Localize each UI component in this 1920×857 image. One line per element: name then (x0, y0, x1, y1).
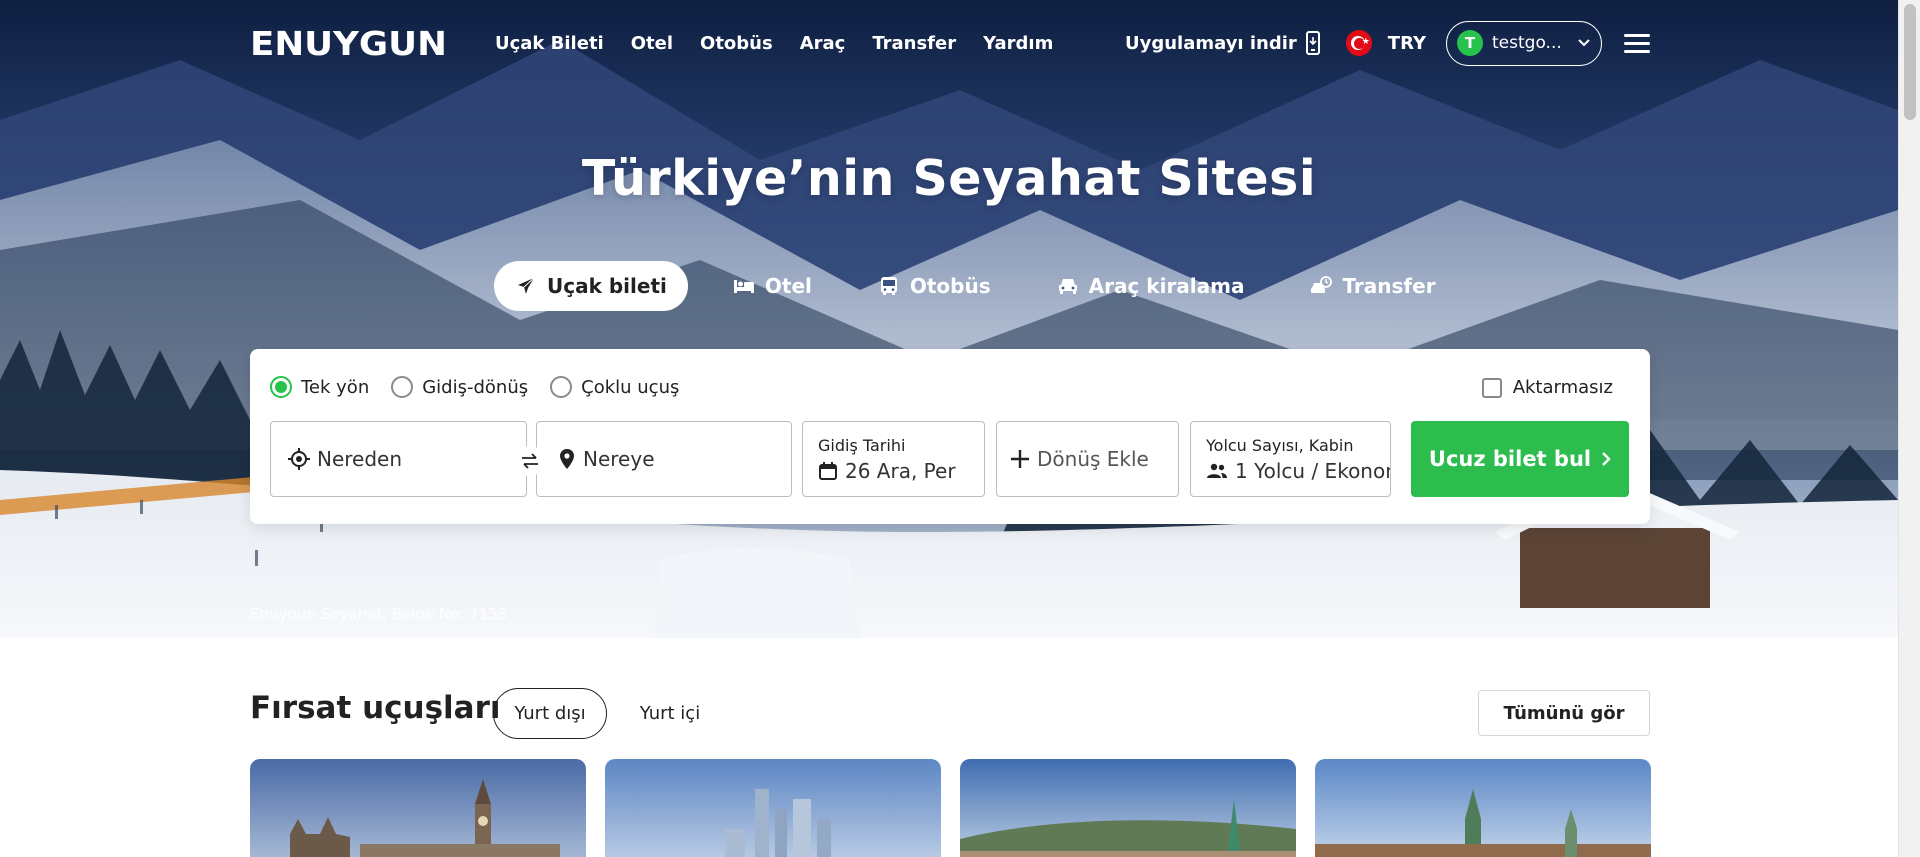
add-return-label: Dönüş Ekle (1037, 447, 1149, 471)
nav-item-transfer[interactable]: Transfer (872, 33, 956, 54)
product-tabs: Uçak bileti Otel Otobüs Araç kiralama Tr… (494, 261, 1481, 311)
frankfurt-image (605, 759, 941, 857)
tab-ucak-bileti[interactable]: Uçak bileti (494, 261, 688, 311)
currency-selector[interactable]: TRY (1388, 33, 1426, 54)
page: ENUYGUN Uçak Bileti Otel Otobüs Araç Tra… (0, 0, 1898, 857)
swap-route-button[interactable] (515, 446, 545, 476)
filter-yurt-ici[interactable]: Yurt içi (625, 688, 715, 739)
deals-section-title: Fırsat uçuşları (250, 690, 501, 726)
nav-right-group: Uygulamayı indir ★ TRY T testgo... (1125, 20, 1650, 66)
checkbox-icon (1481, 377, 1502, 398)
download-app-label: Uygulamayı indir (1124, 32, 1297, 54)
license-note: Enuygun Seyahat, Belge No: 7153 (250, 605, 508, 623)
hamburger-menu-icon[interactable] (1624, 33, 1650, 53)
tab-label: Otel (764, 274, 812, 298)
direct-flights-checkbox[interactable]: Aktarmasız (1481, 377, 1613, 398)
departure-date-field[interactable]: Gidiş Tarihi 26 Ara, Per (802, 421, 985, 497)
hamburg-image (1315, 759, 1651, 857)
bed-icon (733, 275, 755, 297)
radio-label: Tek yön (301, 376, 370, 398)
trip-type-coklu-ucus[interactable]: Çoklu uçuş (550, 376, 679, 398)
calendar-icon (819, 461, 837, 480)
nav-item-arac[interactable]: Araç (800, 33, 846, 54)
transfer-icon (1310, 275, 1333, 297)
filter-yurt-disi[interactable]: Yurt dışı (493, 688, 607, 739)
deal-cards (250, 759, 1651, 857)
departure-date-value: 26 Ara, Per (845, 458, 956, 483)
deal-card-frankfurt[interactable] (605, 759, 941, 857)
mobile-phone-icon (1305, 31, 1320, 55)
radio-label: Gidiş-dönüş (422, 376, 529, 398)
nav-item-otel[interactable]: Otel (631, 33, 673, 54)
trip-type-tek-yon[interactable]: Tek yön (270, 376, 369, 398)
radio-icon (391, 376, 414, 398)
page-title: Türkiye’nin Seyahat Sitesi (581, 150, 1317, 207)
trip-type-selector: Tek yön Gidiş-dönüş Çoklu uçuş (270, 376, 679, 398)
plane-icon (515, 275, 537, 297)
deal-card-hamburg[interactable] (1315, 759, 1651, 857)
nav-item-otobus[interactable]: Otobüs (700, 33, 773, 54)
turkey-flag-icon[interactable]: ★ (1345, 30, 1372, 56)
chevron-down-icon (1578, 39, 1590, 47)
nav-item-yardim[interactable]: Yardım (983, 33, 1053, 54)
tab-otobus[interactable]: Otobüs (857, 261, 1012, 311)
top-navigation: ENUYGUN Uçak Bileti Otel Otobüs Araç Tra… (250, 20, 1650, 66)
chevron-right-icon (1602, 452, 1611, 466)
radio-label: Çoklu uçuş (581, 376, 680, 398)
trip-type-gidis-donus[interactable]: Gidiş-dönüş (391, 376, 528, 398)
enuygun-logo[interactable]: ENUYGUN (250, 24, 477, 63)
departure-date-label: Gidiş Tarihi (818, 435, 906, 455)
tab-otel[interactable]: Otel (712, 261, 833, 311)
destination-placeholder: Nereye (583, 447, 655, 471)
radio-icon (550, 376, 573, 398)
car-icon (1057, 275, 1079, 297)
search-flights-button[interactable]: Ucuz bilet bul (1411, 421, 1629, 497)
tab-label: Araç kiralama (1088, 274, 1245, 298)
plus-icon (1011, 450, 1029, 468)
passenger-cabin-value: 1 Yolcu / Ekonomi (1235, 458, 1390, 483)
tab-label: Uçak bileti (547, 274, 667, 298)
account-menu-button[interactable]: T testgo... (1446, 20, 1602, 66)
origin-placeholder: Nereden (317, 447, 403, 471)
passenger-cabin-label: Yolcu Sayısı, Kabin (1206, 435, 1354, 455)
tab-arac-kiralama[interactable]: Araç kiralama (1036, 261, 1266, 311)
passenger-cabin-selector[interactable]: Yolcu Sayısı, Kabin 1 Yolcu / Ekonomi (1190, 421, 1391, 497)
map-pin-icon (560, 449, 574, 469)
zurich-image (960, 759, 1296, 857)
london-image (250, 759, 586, 857)
download-app-link[interactable]: Uygulamayı indir (1125, 31, 1321, 55)
scrollbar-thumb[interactable] (1904, 4, 1916, 120)
account-name: testgo... (1492, 33, 1562, 53)
location-target-icon (288, 448, 310, 470)
people-icon (1207, 463, 1227, 478)
search-button-label: Ucuz bilet bul (1428, 447, 1592, 471)
flight-search-form: Tek yön Gidiş-dönüş Çoklu uçuş Aktarması… (250, 349, 1650, 524)
bus-icon (878, 275, 900, 297)
destination-input[interactable]: Nereye (536, 421, 792, 497)
swap-arrows-icon (522, 453, 538, 469)
direct-flights-label: Aktarmasız (1512, 377, 1613, 398)
tab-transfer[interactable]: Transfer (1289, 261, 1456, 311)
see-all-button[interactable]: Tümünü gör (1478, 690, 1650, 736)
radio-selected-icon (270, 376, 292, 398)
hero-banner: ENUYGUN Uçak Bileti Otel Otobüs Araç Tra… (0, 0, 1898, 638)
avatar: T (1457, 30, 1483, 56)
snowy-mountain-background (0, 0, 1898, 638)
tab-label: Otobüs (909, 274, 991, 298)
tab-label: Transfer (1342, 274, 1436, 298)
add-return-button[interactable]: Dönüş Ekle (996, 421, 1179, 497)
origin-input[interactable]: Nereden (270, 421, 527, 497)
deal-card-london[interactable] (250, 759, 586, 857)
deal-card-zurich[interactable] (960, 759, 1296, 857)
vertical-scrollbar[interactable] (1898, 0, 1920, 857)
main-menu: Uçak Bileti Otel Otobüs Araç Transfer Ya… (495, 33, 1053, 54)
nav-item-ucak-bileti[interactable]: Uçak Bileti (495, 33, 604, 54)
